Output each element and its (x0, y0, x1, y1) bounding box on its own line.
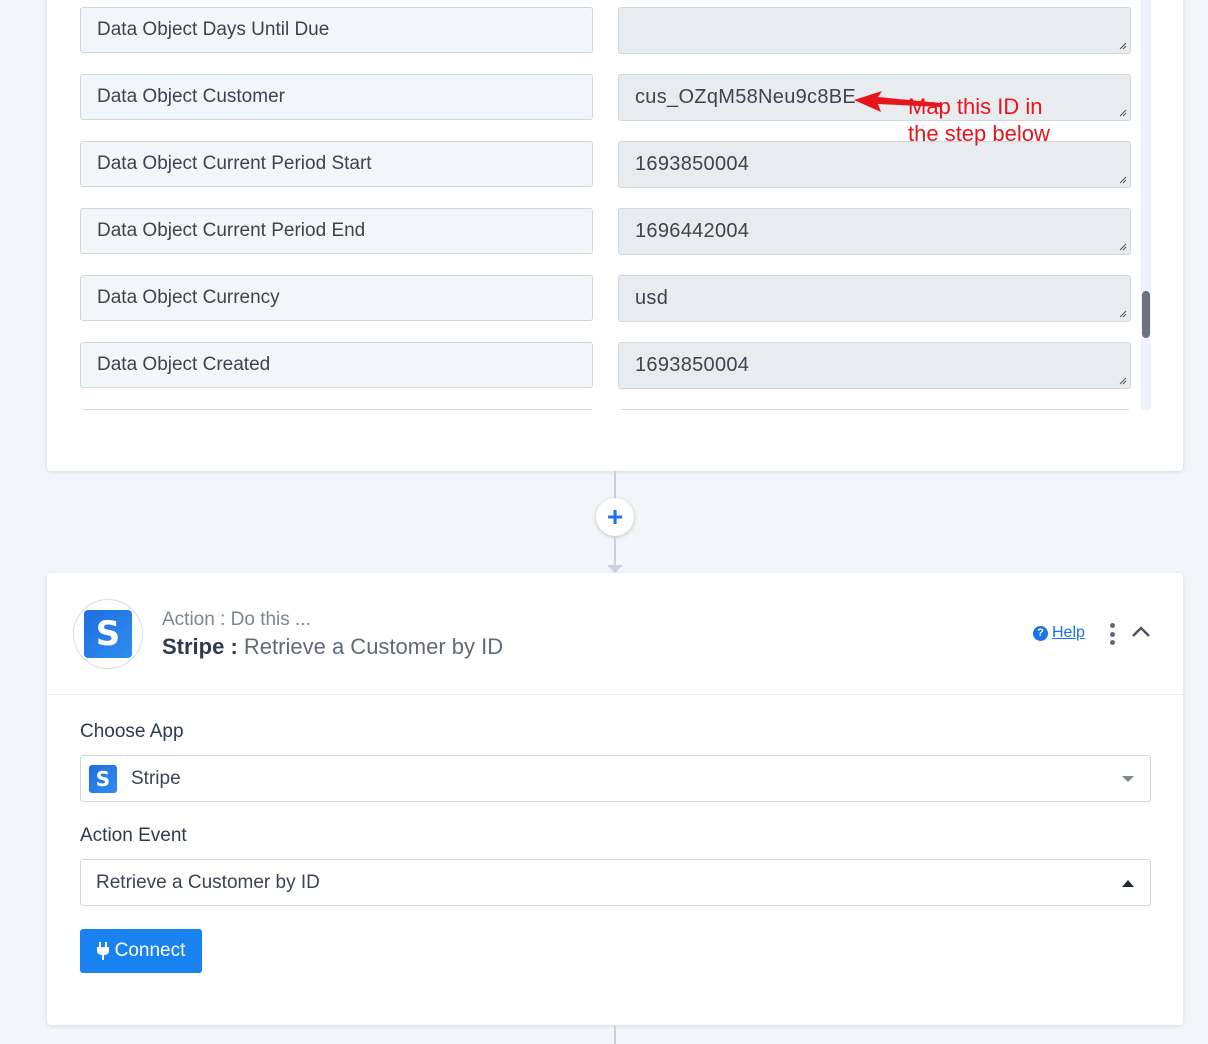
field-value-text: 1696442004 (635, 220, 750, 242)
action-step-card: S Action : Do this ... Stripe : Retrieve… (47, 573, 1183, 1025)
resize-grip-icon[interactable] (1117, 107, 1127, 117)
field-value-current-period-start[interactable]: 1693850004 (618, 141, 1131, 188)
field-value-text: cus_OZqM58Neu9c8BE (635, 86, 857, 108)
plug-icon (96, 942, 109, 960)
action-app-name: Stripe : (162, 634, 238, 659)
annotation-line-1: Map this ID in (908, 94, 1043, 119)
field-key-current-period-start: Data Object Current Period Start (80, 141, 593, 187)
field-key-days-until-due: Data Object Days Until Due (80, 7, 593, 53)
action-event-name: Retrieve a Customer by ID (243, 634, 504, 659)
next-field-edge (621, 409, 1129, 410)
app-logo-badge: S (73, 599, 143, 669)
connector-line (614, 1025, 616, 1044)
choose-app-label: Choose App (80, 721, 184, 742)
stripe-logo-icon: S (84, 610, 132, 658)
help-label: Help (1052, 624, 1085, 641)
more-options-icon[interactable] (1107, 623, 1117, 645)
field-value-text: usd (635, 287, 669, 309)
stripe-logo-icon: S (89, 764, 117, 793)
trigger-data-card: Data Object Days Until Due Data Object C… (47, 0, 1183, 471)
resize-grip-icon[interactable] (1117, 174, 1127, 184)
field-value-text: 1693850004 (635, 354, 750, 376)
chevron-up-icon[interactable] (1131, 625, 1151, 639)
choose-app-select[interactable]: S Stripe (80, 755, 1151, 802)
scrollbar-track[interactable] (1141, 0, 1151, 410)
action-subtitle: Action : Do this ... (162, 609, 311, 630)
field-value-days-until-due[interactable] (618, 7, 1131, 54)
annotation-note: Map this ID in the step below (908, 93, 1050, 147)
connect-label: Connect (114, 940, 186, 961)
arrow-down-icon (607, 565, 623, 573)
action-event-value: Retrieve a Customer by ID (96, 871, 320, 893)
connector-line (614, 471, 616, 498)
plus-icon: + (606, 501, 624, 532)
field-value-text: 1693850004 (635, 153, 750, 175)
field-value-created[interactable]: 1693850004 (618, 342, 1131, 389)
help-link[interactable]: ? Help (1033, 624, 1085, 642)
help-icon: ? (1033, 625, 1048, 641)
field-key-current-period-end: Data Object Current Period End (80, 208, 593, 254)
field-key-created: Data Object Created (80, 342, 593, 388)
resize-grip-icon[interactable] (1117, 375, 1127, 385)
next-field-edge (83, 409, 591, 410)
choose-app-value: Stripe (131, 767, 181, 789)
field-key-currency: Data Object Currency (80, 275, 593, 321)
action-title[interactable]: Stripe : Retrieve a Customer by ID (162, 634, 503, 660)
dropdown-caret-icon (1122, 776, 1134, 782)
add-step-button[interactable]: + (596, 498, 634, 536)
dropdown-caret-up-icon (1122, 880, 1134, 887)
action-event-select[interactable]: Retrieve a Customer by ID (80, 859, 1151, 906)
field-value-current-period-end[interactable]: 1696442004 (618, 208, 1131, 255)
field-value-currency[interactable]: usd (618, 275, 1131, 322)
resize-grip-icon[interactable] (1117, 241, 1127, 251)
field-key-customer: Data Object Customer (80, 74, 593, 120)
resize-grip-icon[interactable] (1117, 308, 1127, 318)
scrollbar-thumb[interactable] (1142, 291, 1150, 338)
annotation-line-2: the step below (908, 121, 1050, 146)
resize-grip-icon[interactable] (1117, 40, 1127, 50)
connect-button[interactable]: Connect (80, 929, 202, 973)
connector-line (614, 536, 616, 566)
header-divider (47, 694, 1183, 695)
action-event-label: Action Event (80, 825, 187, 846)
